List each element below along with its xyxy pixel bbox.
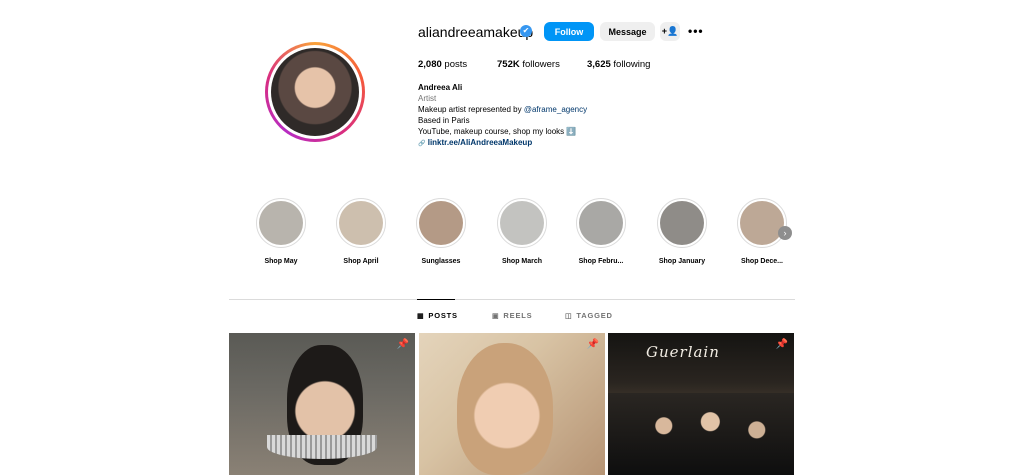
following-count[interactable]: 3,625 following — [587, 59, 650, 70]
posts-count-value: 2,080 — [418, 59, 442, 70]
post-image-portrait — [457, 343, 553, 475]
post-image-crowd — [608, 393, 794, 475]
bio-external-link[interactable]: 🔗 linktr.ee/AliAndreeaMakeup — [418, 137, 532, 150]
highlight-label: Sunglasses — [421, 258, 461, 265]
highlight-cover — [740, 201, 784, 245]
add-user-icon[interactable]: +👤 — [660, 22, 680, 41]
following-count-value: 3,625 — [587, 59, 611, 70]
tab-tagged-label: TAGGED — [576, 311, 613, 320]
followers-count-value: 752K — [497, 59, 520, 70]
highlight-sunglasses[interactable]: Sunglasses — [411, 198, 471, 265]
highlight-label: Shop Febru... — [578, 258, 624, 265]
highlight-ring — [336, 198, 386, 248]
highlight-shop-march[interactable]: Shop March — [492, 198, 552, 265]
pinned-icon: 📌 — [775, 339, 788, 350]
post-tile[interactable]: Guerlain 📌 — [608, 333, 794, 475]
highlight-ring — [497, 198, 547, 248]
message-button[interactable]: Message — [600, 22, 655, 41]
bio-link-text: linktr.ee/AliAndreeaMakeup — [427, 138, 533, 147]
tab-reels-label: REELS — [503, 311, 533, 320]
profile-avatar[interactable] — [265, 42, 365, 142]
tab-reels[interactable]: ▣ REELS — [492, 311, 532, 320]
link-icon: 🔗 — [418, 141, 426, 147]
bio-text: Makeup artist represented by — [418, 105, 524, 114]
post-image-necklace — [267, 435, 377, 459]
verified-badge-icon: ✔ — [520, 25, 532, 37]
tab-posts[interactable]: ▦ POSTS — [417, 311, 458, 320]
profile-username: aliandreeamakeup — [418, 24, 534, 40]
pinned-icon: 📌 — [586, 339, 599, 350]
highlight-shop-february[interactable]: Shop Febru... — [571, 198, 631, 265]
posts-count: 2,080 posts — [418, 59, 467, 70]
highlight-shop-january[interactable]: Shop January — [652, 198, 712, 265]
bio-line: Makeup artist represented by @aframe_age… — [418, 104, 587, 115]
followers-count-label: followers — [522, 59, 560, 70]
highlight-cover — [660, 201, 704, 245]
following-count-label: following — [613, 59, 651, 70]
highlight-label: Shop May — [264, 258, 298, 265]
active-tab-indicator — [417, 299, 455, 300]
highlight-cover — [419, 201, 463, 245]
follow-button[interactable]: Follow — [544, 22, 594, 41]
highlight-label: Shop March — [501, 258, 543, 265]
highlight-ring — [416, 198, 466, 248]
bio-name: Andreea Ali — [418, 83, 463, 92]
bio-shop-line: YouTube, makeup course, shop my looks ⬇️ — [418, 127, 577, 136]
highlight-ring — [576, 198, 626, 248]
highlight-label: Shop January — [658, 258, 706, 265]
reels-icon: ▣ — [492, 313, 500, 320]
post-tile[interactable]: 📌 — [229, 333, 415, 475]
avatar-image — [271, 48, 359, 136]
pinned-icon: 📌 — [396, 339, 409, 350]
highlight-cover — [579, 201, 623, 245]
highlight-cover — [500, 201, 544, 245]
highlight-cover — [339, 201, 383, 245]
followers-count[interactable]: 752K followers — [497, 59, 560, 70]
avatar-frame — [268, 45, 362, 139]
highlight-cover — [259, 201, 303, 245]
highlight-label: Shop April — [343, 258, 379, 265]
highlight-ring — [256, 198, 306, 248]
bio-category: Artist — [418, 94, 437, 103]
agency-mention-link[interactable]: @aframe_agency — [524, 105, 587, 114]
bio-location: Based in Paris — [418, 116, 470, 125]
highlight-shop-april[interactable]: Shop April — [331, 198, 391, 265]
post-tile[interactable]: 📌 — [419, 333, 605, 475]
tab-posts-label: POSTS — [428, 311, 458, 320]
tagged-icon: ◫ — [565, 313, 573, 320]
grid-icon: ▦ — [417, 313, 425, 320]
tabs-divider — [229, 299, 795, 300]
highlight-ring — [737, 198, 787, 248]
highlight-shop-may[interactable]: Shop May — [251, 198, 311, 265]
tab-tagged[interactable]: ◫ TAGGED — [565, 311, 613, 320]
highlight-label: Shop Dece... — [740, 258, 783, 265]
highlight-ring — [657, 198, 707, 248]
post-image-storefront-sign: Guerlain — [646, 343, 720, 361]
posts-count-label: posts — [444, 59, 468, 70]
more-options-icon[interactable]: ••• — [688, 24, 704, 38]
highlights-next-icon[interactable]: › — [778, 226, 792, 240]
